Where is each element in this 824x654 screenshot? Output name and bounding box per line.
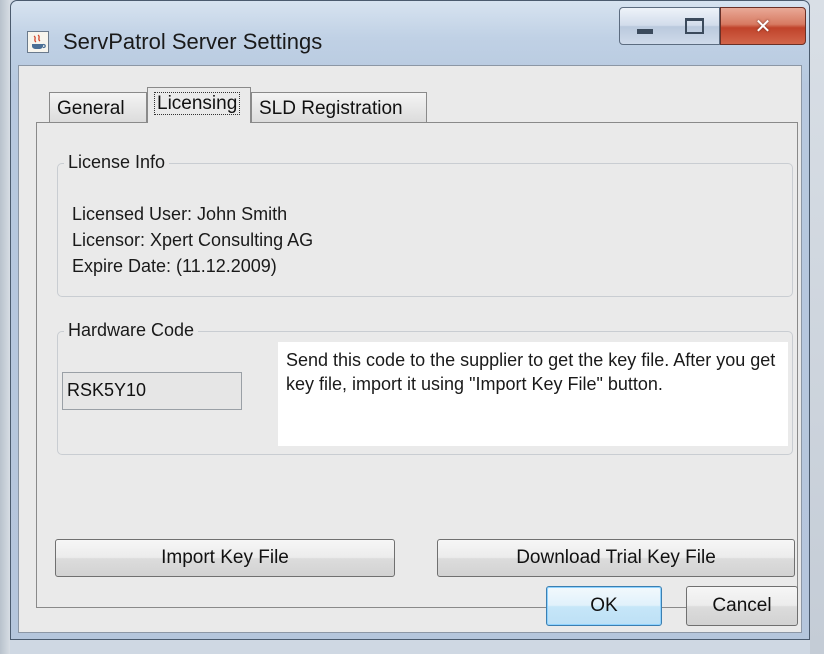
tab-sld-registration-label: SLD Registration [259,98,403,119]
maximize-button[interactable] [670,7,720,45]
window-title: ServPatrol Server Settings [63,29,323,54]
ok-button[interactable]: OK [546,586,662,626]
download-trial-key-file-button[interactable]: Download Trial Key File [437,539,795,577]
hardware-code-field[interactable]: RSK5Y10 [62,372,242,410]
settings-dialog: ServPatrol Server Settings ✕ General Lic… [10,0,810,640]
dialog-client-area: General Licensing SLD Registration Licen… [18,65,802,633]
hardware-code-instructions: Send this code to the supplier to get th… [278,342,788,446]
expire-date-text: Expire Date: (11.12.2009) [72,256,277,276]
tab-sld-registration[interactable]: SLD Registration [251,92,427,122]
cancel-button[interactable]: Cancel [686,586,798,626]
tab-licensing-label: Licensing [153,92,241,115]
license-info-title: License Info [64,152,170,173]
minimize-button[interactable] [619,7,671,45]
close-button[interactable]: ✕ [720,7,806,45]
import-key-file-button[interactable]: Import Key File [55,539,395,577]
hardware-code-title: Hardware Code [64,320,199,341]
desktop-background-left [0,0,10,654]
license-info-group: License Info Licensed User: John Smith L… [57,152,793,297]
tab-licensing[interactable]: Licensing [147,87,251,123]
licensing-panel: License Info Licensed User: John Smith L… [36,122,798,608]
maximize-icon [685,18,704,34]
licensor-text: Licensor: Xpert Consulting AG [72,230,314,250]
minimize-icon [637,28,653,34]
hardware-code-group: Hardware Code RSK5Y10 Send this code to … [57,320,793,455]
licensed-user-text: Licensed User: John Smith [72,204,288,224]
java-cup-icon[interactable] [27,31,49,53]
close-icon: ✕ [754,14,772,38]
desktop-background-right [810,0,824,654]
tab-general-label: General [57,98,125,119]
tab-general[interactable]: General [49,92,147,122]
